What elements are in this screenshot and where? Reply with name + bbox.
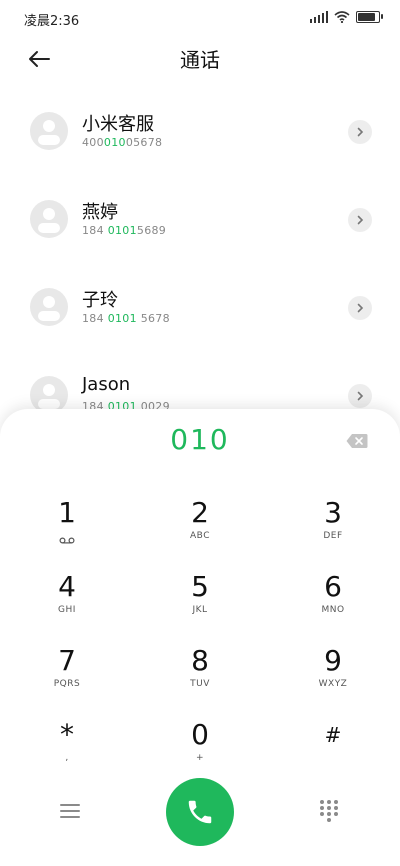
chevron-right-icon[interactable] [348, 120, 372, 144]
key-letters: , [65, 753, 69, 763]
key-letters: GHI [58, 605, 76, 615]
key-6[interactable]: 6 MNO [273, 571, 393, 631]
key-letters: PQRS [53, 679, 81, 689]
contact-number: 184 0101 5678 [82, 312, 170, 325]
key-9[interactable]: 9 WXYZ [273, 645, 393, 705]
key-digit: 0 [191, 718, 209, 751]
page-title: 通话 [180, 48, 220, 72]
key-letters: + [195, 753, 205, 763]
key-letters: TUV [190, 679, 210, 689]
key-3[interactable]: 3 DEF [273, 497, 393, 557]
key-digit: 6 [324, 570, 342, 603]
call-button[interactable] [166, 778, 234, 846]
chevron-right-icon[interactable] [348, 208, 372, 232]
key-digit: * [60, 718, 74, 751]
status-time: 凌晨2:36 [24, 14, 80, 29]
key-digit: 9 [324, 644, 342, 677]
avatar [30, 288, 68, 326]
menu-icon[interactable] [60, 804, 80, 820]
key-digit: 3 [324, 496, 342, 529]
status-bar: 凌晨2:36 [0, 0, 400, 36]
dialed-number: 010 [170, 423, 230, 456]
key-digit: 7 [58, 644, 76, 677]
status-icons [310, 11, 383, 23]
signal-icon [310, 11, 328, 23]
key-7[interactable]: 7 PQRS [7, 645, 127, 705]
key-letters: JKL [192, 605, 208, 615]
avatar [30, 112, 68, 150]
battery-icon [356, 11, 383, 23]
dialpad-actions [0, 770, 400, 860]
contact-name: Jason [82, 374, 131, 395]
key-1[interactable]: 1 [7, 497, 127, 557]
key-digit: 2 [191, 496, 209, 529]
contact-number: 184 01015689 [82, 224, 167, 237]
contact-name: 小米客服 [82, 114, 154, 135]
key-digit: 5 [191, 570, 209, 603]
contact-number: 40001005678 [82, 136, 163, 149]
key-4[interactable]: 4 GHI [7, 571, 127, 631]
key-digit: # [324, 723, 342, 747]
key-letters: DEF [323, 531, 343, 541]
key-digit: 4 [58, 570, 76, 603]
key-2[interactable]: 2 ABC [140, 497, 260, 557]
contact-item[interactable]: 小米客服 40001005678 [0, 88, 400, 168]
contact-name: 子玲 [82, 290, 118, 311]
key-digit: 8 [191, 644, 209, 677]
header: 通话 [0, 36, 400, 80]
key-5[interactable]: 5 JKL [140, 571, 260, 631]
avatar [30, 200, 68, 238]
wifi-icon [334, 11, 350, 23]
key-digit: 1 [58, 496, 76, 529]
key-letters: WXYZ [318, 679, 348, 689]
key-8[interactable]: 8 TUV [140, 645, 260, 705]
contact-name: 燕婷 [82, 202, 118, 223]
contact-item[interactable]: 子玲 184 0101 5678 [0, 264, 400, 344]
chevron-right-icon[interactable] [348, 296, 372, 320]
contact-item[interactable]: 燕婷 184 01015689 [0, 176, 400, 256]
voicemail-icon [59, 537, 75, 544]
key-letters: MNO [321, 605, 345, 615]
key-letters: ABC [190, 531, 210, 541]
chevron-right-icon[interactable] [348, 384, 372, 408]
dialpad-icon[interactable] [320, 800, 338, 822]
phone-icon [188, 800, 212, 824]
backspace-icon[interactable] [346, 433, 368, 449]
